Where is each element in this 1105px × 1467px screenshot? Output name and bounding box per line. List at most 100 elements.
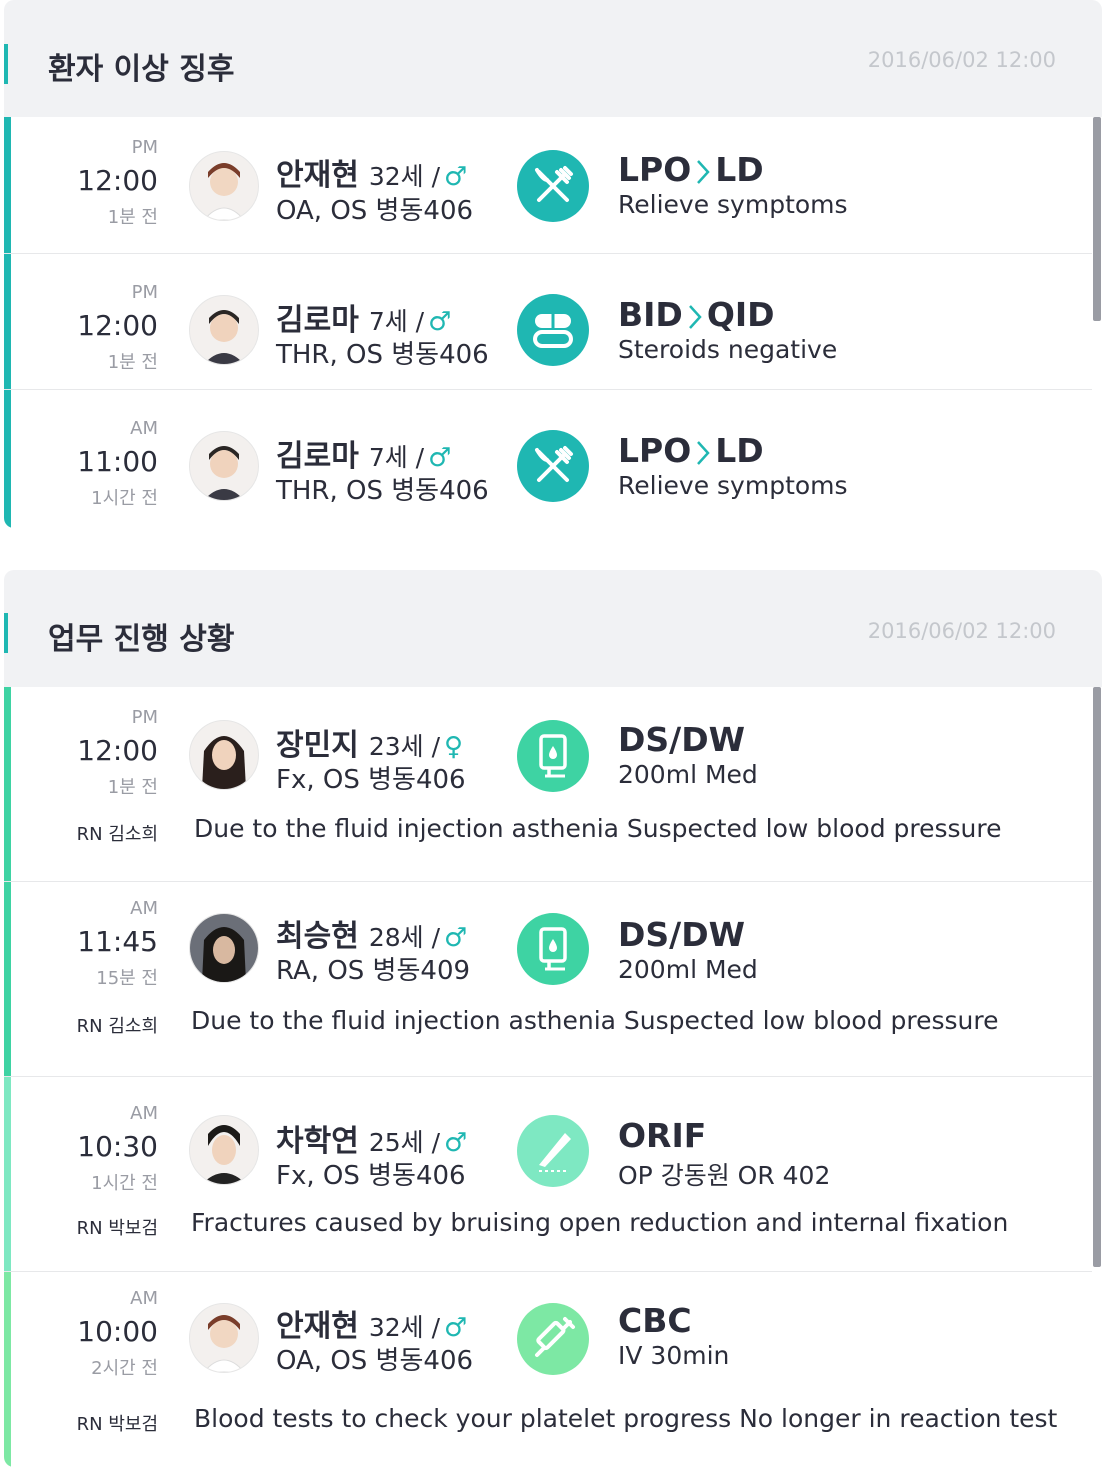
note-text: Due to the fluid injection asthenia Susp… bbox=[194, 814, 1002, 843]
avatar bbox=[189, 1303, 259, 1373]
time-ago: 1분 전 bbox=[107, 777, 158, 798]
patient-age: 32세 / bbox=[368, 1313, 440, 1342]
patient-location: OA, OS 병동406 bbox=[276, 1346, 474, 1376]
order-from: LPO bbox=[618, 431, 692, 470]
order-name: DS/DW bbox=[618, 915, 746, 954]
patient-location: Fx, OS 병동406 bbox=[276, 1161, 466, 1191]
patient-name-text: 안재현 bbox=[276, 1309, 359, 1344]
ampm: AM bbox=[130, 418, 158, 439]
scrollbar-thumb[interactable] bbox=[1093, 687, 1101, 1267]
list-item[interactable]: AM 10:30 1시간 전 차학연 25세 / ♂ Fx, OS 병동406 OR… bbox=[4, 1077, 1102, 1272]
patient-name-text: 장민지 bbox=[276, 728, 359, 763]
time-ago: 1시간 전 bbox=[91, 488, 158, 509]
order-to: LD bbox=[715, 431, 764, 470]
ampm: PM bbox=[131, 137, 158, 158]
patient-age: 7세 / bbox=[368, 443, 425, 472]
list-item[interactable]: AM 11:00 1시간 전 김로마 7세 / ♂ THR, OS 병동406 LP… bbox=[4, 390, 1102, 528]
gender-icon: ♂ bbox=[444, 162, 468, 192]
order-description: 200ml Med bbox=[618, 955, 758, 984]
list-item[interactable]: AM 11:45 15분 전 최승현 28세 / ♂ RA, OS 병동409 DS… bbox=[4, 882, 1102, 1077]
nurse-name: RN 김소희 bbox=[76, 1016, 158, 1037]
panel-date: 2016/06/02 12:00 bbox=[867, 48, 1056, 72]
patient-name: 차학연 25세 / ♂ bbox=[276, 1116, 467, 1160]
order-description: Steroids negative bbox=[618, 335, 838, 364]
patient-age: 23세 / bbox=[368, 732, 440, 761]
order-description: 200ml Med bbox=[618, 760, 758, 789]
panel-title: 업무 진행 상황 bbox=[48, 622, 235, 657]
patient-name-text: 김로마 bbox=[276, 439, 359, 474]
scrollbar[interactable] bbox=[1092, 687, 1102, 1467]
panel-date: 2016/06/02 12:00 bbox=[867, 619, 1056, 643]
patient-name-text: 김로마 bbox=[276, 303, 359, 338]
note-text: Fractures caused by bruising open reduct… bbox=[191, 1208, 1009, 1237]
time: 12:00 bbox=[77, 734, 158, 767]
order-to: QID bbox=[706, 295, 775, 334]
order-description: OP 강동원 OR 402 bbox=[618, 1161, 831, 1190]
time: 11:00 bbox=[77, 445, 158, 478]
time: 12:00 bbox=[77, 309, 158, 342]
time: 12:00 bbox=[77, 164, 158, 197]
gender-icon: ♂ bbox=[444, 923, 468, 953]
time-ago: 1분 전 bbox=[107, 352, 158, 373]
ampm: AM bbox=[130, 1288, 158, 1309]
scrollbar[interactable] bbox=[1092, 117, 1102, 525]
syringe-icon bbox=[517, 1303, 589, 1375]
patient-name: 김로마 7세 / ♂ bbox=[276, 431, 451, 475]
patient-name: 안재현 32세 / ♂ bbox=[276, 1301, 467, 1345]
nurse-name: RN 김소희 bbox=[76, 824, 158, 845]
patient-name: 안재현 32세 / ♂ bbox=[276, 150, 467, 194]
order-change: BID QID bbox=[618, 295, 775, 334]
header-marker bbox=[4, 613, 8, 653]
time-ago: 2시간 전 bbox=[91, 1358, 158, 1379]
order-name: CBC bbox=[618, 1301, 692, 1340]
patient-location: OA, OS 병동406 bbox=[276, 196, 474, 226]
patient-name: 최승현 28세 / ♂ bbox=[276, 911, 467, 955]
ampm: PM bbox=[131, 282, 158, 303]
order-name: DS/DW bbox=[618, 720, 746, 759]
time-ago: 1시간 전 bbox=[91, 1173, 158, 1194]
order-description: IV 30min bbox=[618, 1341, 730, 1370]
work-progress-panel: 업무 진행 상황 2016/06/02 12:00 PM 12:00 1분 전 … bbox=[4, 570, 1102, 1467]
panel-header: 업무 진행 상황 2016/06/02 12:00 bbox=[4, 570, 1102, 687]
order-to: LD bbox=[715, 150, 764, 189]
nurse-name: RN 박보검 bbox=[76, 1218, 158, 1239]
list-item[interactable]: PM 12:00 1분 전 김로마 7세 / ♂ THR, OS 병동406 BID… bbox=[4, 254, 1102, 390]
gender-icon: ♂ bbox=[428, 443, 452, 473]
time-ago: 15분 전 bbox=[96, 968, 158, 989]
avatar bbox=[189, 151, 259, 221]
patient-location: THR, OS 병동406 bbox=[276, 476, 489, 506]
patient-age: 7세 / bbox=[368, 307, 425, 336]
chevron-right-icon bbox=[697, 440, 710, 465]
panel-title: 환자 이상 징후 bbox=[48, 52, 235, 87]
note-text: Blood tests to check your platelet progr… bbox=[194, 1404, 1058, 1433]
chevron-right-icon bbox=[688, 304, 702, 329]
ampm: AM bbox=[130, 1103, 158, 1124]
scrollbar-thumb[interactable] bbox=[1093, 117, 1101, 321]
avatar bbox=[189, 295, 259, 365]
iv-bag-icon bbox=[517, 720, 589, 792]
fork-knife-icon bbox=[517, 430, 589, 502]
order-description: Relieve symptoms bbox=[618, 471, 848, 500]
order-from: BID bbox=[618, 295, 683, 334]
patient-name-text: 안재현 bbox=[276, 158, 359, 193]
pill-capsule-icon bbox=[517, 294, 589, 366]
gender-icon: ♂ bbox=[444, 1313, 468, 1343]
abnormal-signs-panel: 환자 이상 징후 2016/06/02 12:00 PM 12:00 1분 전 … bbox=[4, 0, 1102, 528]
patient-location: THR, OS 병동406 bbox=[276, 340, 489, 370]
patient-age: 32세 / bbox=[368, 162, 440, 191]
gender-icon: ♂ bbox=[444, 1128, 468, 1158]
patient-location: Fx, OS 병동406 bbox=[276, 765, 466, 795]
note-text: Due to the fluid injection asthenia Susp… bbox=[191, 1006, 999, 1035]
time-ago: 1분 전 bbox=[107, 207, 158, 228]
list-item[interactable]: PM 12:00 1분 전 장민지 23세 / ♀ Fx, OS 병동406 DS/… bbox=[4, 687, 1102, 882]
time: 11:45 bbox=[77, 925, 158, 958]
nurse-name: RN 박보검 bbox=[76, 1414, 158, 1435]
list-item[interactable]: AM 10:00 2시간 전 안재현 32세 / ♂ OA, OS 병동406 CB… bbox=[4, 1272, 1102, 1467]
order-name: ORIF bbox=[618, 1116, 707, 1155]
gender-icon: ♂ bbox=[428, 307, 452, 337]
patient-name: 김로마 7세 / ♂ bbox=[276, 295, 451, 339]
time: 10:00 bbox=[77, 1315, 158, 1348]
ampm: PM bbox=[131, 707, 158, 728]
list-item[interactable]: PM 12:00 1분 전 안재현 32세 / ♂ OA, OS 병동406 LPO… bbox=[4, 117, 1102, 254]
order-from: LPO bbox=[618, 150, 692, 189]
